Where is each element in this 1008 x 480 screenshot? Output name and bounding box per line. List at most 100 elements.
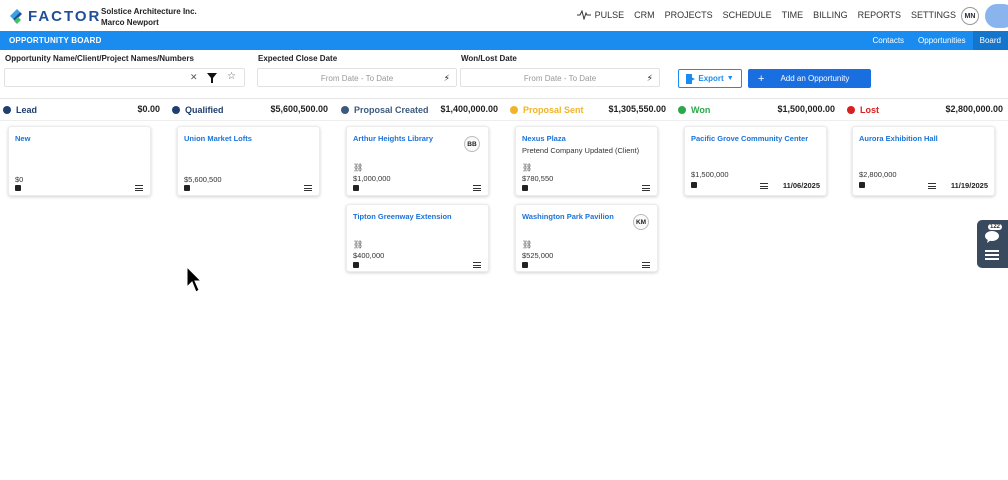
- chevron-down-icon: ▼: [726, 75, 734, 82]
- list-icon[interactable]: [473, 185, 481, 191]
- close-date: 11/06/2025: [782, 181, 820, 190]
- factor-logo[interactable]: FACTOR: [8, 7, 101, 25]
- filter-icon[interactable]: [207, 73, 217, 83]
- list-icon[interactable]: [928, 183, 936, 189]
- nav-pulse[interactable]: PULSE: [595, 10, 625, 20]
- calendar-icon: [522, 262, 528, 268]
- list-icon[interactable]: [760, 183, 768, 189]
- calendar-icon: [522, 185, 528, 191]
- opportunity-card[interactable]: New $0: [8, 126, 151, 196]
- card-amount: $2,800,000: [859, 170, 897, 179]
- stage-amount: $5,600,500.00: [270, 104, 328, 114]
- stage-proposal-sent: Proposal Sent $1,305,550.00: [510, 103, 666, 117]
- close-date-placeholder: From Date - To Date: [320, 74, 394, 83]
- calendar-icon: [691, 182, 697, 188]
- card-title[interactable]: Tipton Greenway Extension: [353, 212, 452, 221]
- user-name: Marco Newport: [101, 18, 159, 27]
- list-icon[interactable]: [135, 185, 143, 191]
- nav-billing[interactable]: BILLING: [813, 10, 848, 20]
- export-button[interactable]: Export ▼: [678, 69, 742, 88]
- divider: [0, 98, 1008, 99]
- owner-avatar: KM: [633, 214, 649, 230]
- card-title[interactable]: Washington Park Pavilion: [522, 212, 614, 221]
- stage-dot: [510, 106, 518, 114]
- card-title[interactable]: Nexus Plaza: [522, 134, 566, 143]
- nav-reports[interactable]: REPORTS: [858, 10, 901, 20]
- stage-name: Won: [691, 105, 711, 115]
- nav-projects[interactable]: PROJECTS: [665, 10, 713, 20]
- opportunity-card[interactable]: Union Market Lofts $5,600,500: [177, 126, 320, 196]
- calendar-icon: [353, 185, 359, 191]
- link-icon: ⛓: [522, 240, 533, 249]
- stage-proposal-created: Proposal Created $1,400,000.00: [341, 103, 498, 117]
- calendar-icon: [859, 182, 865, 188]
- stage-name: Lost: [860, 105, 879, 115]
- tab-contacts[interactable]: Contacts: [865, 31, 911, 50]
- link-icon: ⛓: [353, 240, 364, 249]
- stage-dot: [678, 106, 686, 114]
- user-avatar[interactable]: MN: [961, 7, 979, 25]
- stage-name: Proposal Sent: [523, 105, 584, 115]
- wonlost-date-input[interactable]: From Date - To Date ⚡: [460, 68, 660, 87]
- opportunity-card[interactable]: Arthur Heights Library BB ⛓ $1,000,000: [346, 126, 489, 196]
- card-title[interactable]: Aurora Exhibition Hall: [859, 134, 938, 143]
- opportunity-card[interactable]: Nexus Plaza Pretend Company Updated (Cli…: [515, 126, 658, 196]
- list-icon[interactable]: [642, 185, 650, 191]
- page-header-bar: OPPORTUNITY BOARD Contacts Opportunities…: [0, 31, 1008, 50]
- card-title[interactable]: Union Market Lofts: [184, 134, 252, 143]
- tab-board[interactable]: Board: [972, 31, 1008, 50]
- card-title[interactable]: Arthur Heights Library: [353, 134, 433, 143]
- help-bubble-icon[interactable]: [985, 4, 1008, 28]
- stage-name: Proposal Created: [354, 105, 429, 115]
- clear-search-icon[interactable]: ✕: [190, 72, 198, 83]
- card-amount: $5,600,500: [184, 175, 222, 184]
- link-icon: ⛓: [522, 163, 533, 172]
- stage-lost: Lost $2,800,000.00: [847, 103, 1003, 117]
- nav-time[interactable]: TIME: [782, 10, 804, 20]
- bolt-icon[interactable]: ⚡: [647, 73, 653, 84]
- company-name: Solstice Architecture Inc.: [101, 7, 197, 16]
- stage-dot: [3, 106, 11, 114]
- add-opportunity-button[interactable]: + Add an Opportunity: [748, 69, 871, 88]
- top-nav-bar: FACTOR Solstice Architecture Inc. Marco …: [0, 0, 1008, 31]
- company-info: Solstice Architecture Inc. Marco Newport: [101, 6, 197, 28]
- chat-widget[interactable]: 122: [977, 220, 1008, 268]
- stage-lead: Lead $0.00: [3, 103, 160, 117]
- stage-amount: $0.00: [137, 104, 160, 114]
- page-title: OPPORTUNITY BOARD: [9, 36, 102, 45]
- nav-settings[interactable]: SETTINGS: [911, 10, 956, 20]
- favorite-star-icon[interactable]: ☆: [227, 71, 236, 82]
- stage-qualified: Qualified $5,600,500.00: [172, 103, 328, 117]
- wonlost-date-placeholder: From Date - To Date: [523, 74, 597, 83]
- card-amount: $1,500,000: [691, 170, 729, 179]
- wonlost-date-label: Won/Lost Date: [461, 54, 517, 63]
- nav-crm[interactable]: CRM: [634, 10, 655, 20]
- stage-amount: $1,305,550.00: [608, 104, 666, 114]
- card-title[interactable]: New: [15, 134, 30, 143]
- add-opportunity-label: Add an Opportunity: [780, 74, 850, 83]
- owner-avatar: BB: [464, 136, 480, 152]
- chat-icon: [985, 231, 999, 243]
- card-title[interactable]: Pacific Grove Community Center: [691, 134, 808, 143]
- close-date-input[interactable]: From Date - To Date ⚡: [257, 68, 457, 87]
- close-date: 11/19/2025: [950, 181, 988, 190]
- nav-schedule[interactable]: SCHEDULE: [723, 10, 772, 20]
- list-icon[interactable]: [473, 262, 481, 268]
- opportunity-card[interactable]: Washington Park Pavilion KM ⛓ $525,000: [515, 204, 658, 272]
- stage-dot: [172, 106, 180, 114]
- list-icon[interactable]: [304, 185, 312, 191]
- export-file-icon: [686, 73, 696, 84]
- bolt-icon[interactable]: ⚡: [444, 73, 450, 84]
- divider: [0, 120, 1008, 121]
- card-amount: $525,000: [522, 251, 554, 260]
- opportunity-card[interactable]: Pacific Grove Community Center $1,500,00…: [684, 126, 827, 196]
- stage-amount: $1,500,000.00: [777, 104, 835, 114]
- view-tabs: Contacts Opportunities Board: [865, 31, 1008, 50]
- list-icon[interactable]: [642, 262, 650, 268]
- menu-icon: [985, 250, 999, 262]
- opportunity-card[interactable]: Tipton Greenway Extension ⛓ $400,000: [346, 204, 489, 272]
- tab-opportunities[interactable]: Opportunities: [911, 31, 973, 50]
- pulse-icon: [576, 10, 591, 20]
- opportunity-card[interactable]: Aurora Exhibition Hall $2,800,000 11/19/…: [852, 126, 995, 196]
- card-amount: $0: [15, 175, 24, 184]
